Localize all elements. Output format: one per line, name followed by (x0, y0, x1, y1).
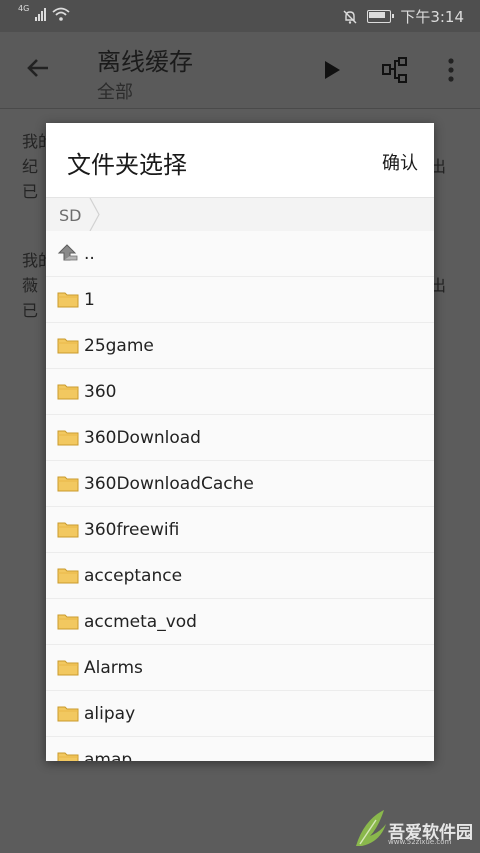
list-item[interactable]: 360 (46, 369, 434, 415)
battery-icon (367, 10, 395, 23)
network-type-label: 4G (18, 4, 30, 13)
folder-list: .. 1 25game 360 360Download 360DownloadC… (46, 231, 434, 761)
list-item-label: Alarms (84, 658, 143, 678)
list-item-label: 360Download (84, 428, 201, 448)
list-item-label: amap (84, 750, 133, 761)
list-item[interactable]: 25game (46, 323, 434, 369)
play-icon[interactable] (320, 58, 344, 82)
list-item[interactable]: alipay (46, 691, 434, 737)
list-item-label: .. (84, 244, 95, 264)
status-bar: 4G 下午3:14 (0, 0, 480, 32)
breadcrumb-item-sd[interactable]: SD (59, 206, 81, 225)
list-item[interactable]: Alarms (46, 645, 434, 691)
folder-icon (57, 384, 79, 400)
status-right: 下午3:14 (342, 6, 464, 27)
up-arrow-icon (57, 244, 78, 261)
back-arrow-icon[interactable] (22, 52, 54, 84)
list-item-label: acceptance (84, 566, 183, 586)
list-item-label: 360DownloadCache (84, 474, 254, 494)
signal-icon (35, 7, 47, 21)
folder-icon (57, 430, 79, 446)
mute-bell-icon (343, 10, 357, 24)
list-item[interactable]: acceptance (46, 553, 434, 599)
page-title: 离线缓存 (97, 48, 193, 76)
list-item[interactable]: 1 (46, 277, 434, 323)
confirm-button[interactable]: 确认 (382, 149, 418, 175)
list-item[interactable]: amap (46, 737, 434, 761)
app-bar: 离线缓存 全部 (0, 32, 480, 109)
list-item-label: 360 (84, 382, 117, 402)
list-item-label: 25game (84, 336, 154, 356)
list-item-label: alipay (84, 704, 136, 724)
status-time: 下午3:14 (400, 8, 464, 26)
wifi-icon (52, 7, 70, 21)
list-item[interactable]: 360Download (46, 415, 434, 461)
list-item-label: 1 (84, 290, 95, 310)
list-item-label: accmeta_vod (84, 612, 197, 632)
folder-icon (57, 522, 79, 538)
dialog-title: 文件夹选择 (67, 151, 187, 179)
folder-icon (57, 752, 79, 761)
list-item[interactable]: 360DownloadCache (46, 461, 434, 507)
list-item[interactable]: 360freewifi (46, 507, 434, 553)
folder-icon (57, 476, 79, 492)
breadcrumb-chevron-icon (89, 198, 100, 231)
folder-icon (57, 568, 79, 584)
list-item[interactable]: accmeta_vod (46, 599, 434, 645)
folder-icon (57, 338, 79, 354)
breadcrumb: SD (46, 197, 434, 232)
page-subtitle: 全部 (97, 82, 133, 103)
status-left: 4G (18, 4, 70, 21)
watermark-subtext: www.52zixue.com (388, 838, 452, 846)
more-vert-icon[interactable] (441, 56, 461, 84)
folder-icon (57, 614, 79, 630)
list-item-label: 360freewifi (84, 520, 180, 540)
dialog-header: 文件夹选择 确认 (46, 123, 434, 197)
list-item-parent[interactable]: .. (46, 231, 434, 277)
tree-icon[interactable] (381, 56, 409, 84)
folder-icon (57, 292, 79, 308)
folder-select-dialog: 文件夹选择 确认 SD .. 1 25game 360 360Download … (46, 123, 434, 761)
folder-icon (57, 660, 79, 676)
folder-icon (57, 706, 79, 722)
